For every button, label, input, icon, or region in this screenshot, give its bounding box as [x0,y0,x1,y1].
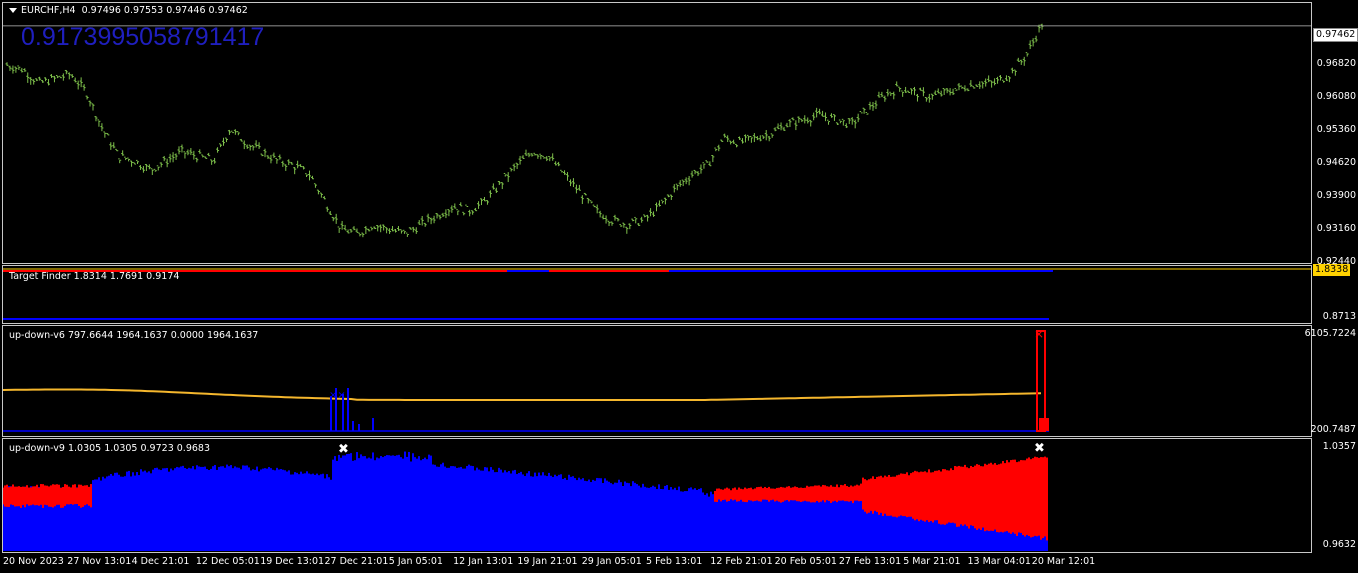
updown-v6-red-block [1039,418,1049,431]
updown-v6-bottom-tick: 200.7487 [1310,424,1356,435]
updown-v6-scale: 6105.7224 200.7487 [1305,325,1358,437]
time-tick: 12 Feb 21:01 [710,556,773,567]
target-finder-pane[interactable]: Target Finder 1.8314 1.7691 0.9174 [2,265,1312,324]
time-tick: 20 Feb 05:01 [774,556,837,567]
price-chart-pane[interactable]: EURCHF,H4 0.97496 0.97553 0.97446 0.9746… [2,2,1312,264]
time-tick: 19 Dec 13:01 [260,556,325,567]
updown-v6-spike-bar [1036,330,1046,432]
price-tick: 0.93900 [1316,190,1356,201]
time-axis: 20 Nov 2023 27 Nov 13:01 4 Dec 21:01 12 Dec… [0,554,1312,573]
updown-v6-pane[interactable]: up-down-v6 797.6644 1964.1637 0.0000 196… [2,325,1312,437]
current-price-label: 0.97462 [1313,28,1358,42]
time-tick: 27 Dec 21:01 [324,556,389,567]
time-tick: 27 Feb 13:01 [838,556,902,567]
updown-v9-marker-icon: ✖ [338,442,349,457]
target-finder-bottom-tick: 0.8713 [1322,311,1356,322]
price-tick: 0.95360 [1316,124,1356,135]
target-finder-current-value: 1.8338 [1313,264,1351,276]
time-tick: 20 Nov 2023 [3,556,64,567]
time-tick: 12 Jan 13:01 [453,556,514,567]
time-tick: 19 Jan 21:01 [517,556,578,567]
updown-v9-top-tick: 1.0357 [1322,441,1356,452]
time-tick: 20 Mar 12:01 [1031,556,1096,567]
updown-v6-line [3,388,1042,401]
price-tick: 0.96820 [1316,58,1356,69]
updown-v9-pane[interactable]: up-down-v9 1.0305 1.0305 0.9723 0.9683 ✖… [2,438,1312,553]
updown-v6-marker-icon: ×× [329,390,346,401]
time-tick: 5 Mar 21:01 [903,556,961,567]
time-tick: 13 Mar 04:01 [967,556,1031,567]
time-tick: 5 Feb 13:01 [646,556,703,567]
price-tick: 0.96080 [1316,91,1356,102]
time-tick: 12 Dec 05:01 [195,556,260,567]
updown-v9-bottom-tick: 0.9632 [1322,539,1356,550]
updown-v9-plot: ✖ ✖ [3,441,1048,551]
price-candles [3,23,1311,238]
price-tick: 0.93160 [1316,223,1356,234]
updown-v6-spike-marker-icon: × [1034,327,1044,341]
price-tick: 0.94620 [1316,157,1356,168]
time-tick: 4 Dec 21:01 [131,556,190,567]
time-tick: 29 Jan 05:01 [581,556,642,567]
updown-v6-plot: ××× [3,327,1049,432]
target-finder-lines [3,268,1311,320]
time-tick: 5 Jan 05:01 [388,556,443,567]
updown-v9-scale: 1.0357 0.9632 [1313,438,1358,553]
updown-v9-marker-icon: ✖ [1034,441,1045,456]
updown-v6-top-tick: 6105.7224 [1304,328,1356,339]
time-tick: 27 Nov 13:01 [67,556,132,567]
